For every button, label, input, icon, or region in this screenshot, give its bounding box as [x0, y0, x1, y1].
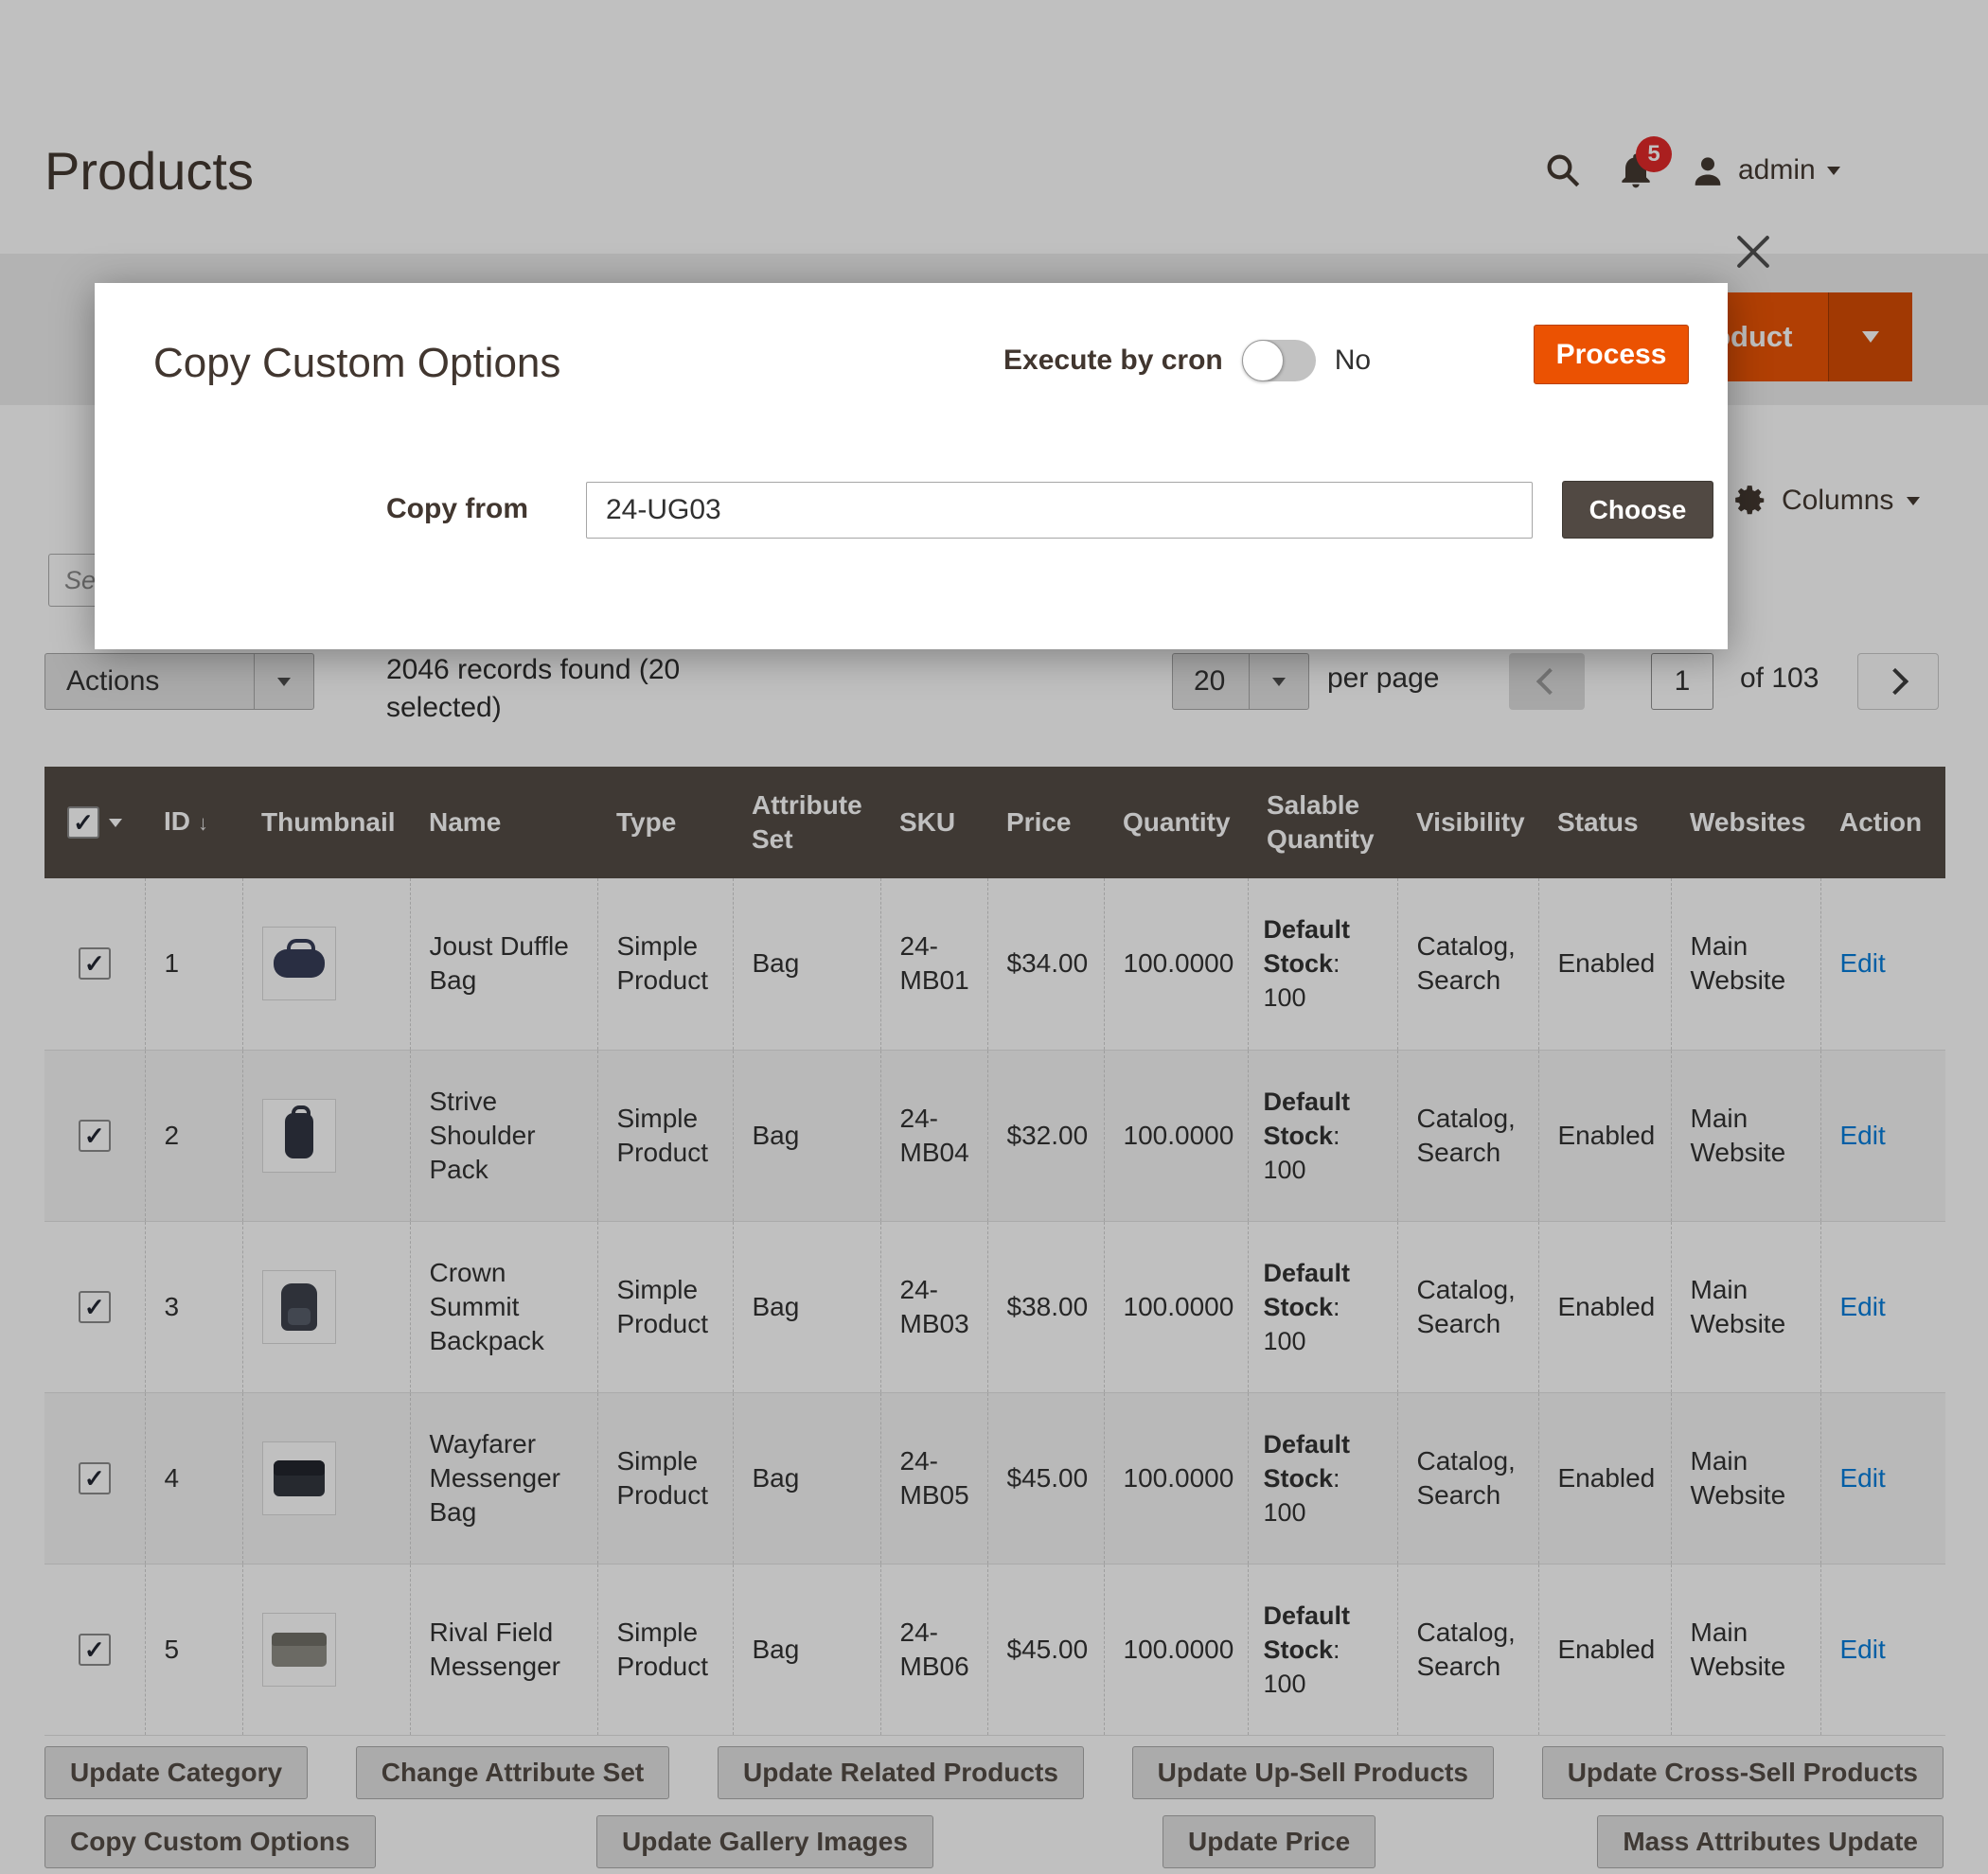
copy-from-input[interactable]	[586, 482, 1533, 539]
copy-from-label: Copy from	[371, 493, 528, 525]
modal-title: Copy Custom Options	[153, 340, 560, 387]
modal-close-button[interactable]	[1729, 227, 1778, 276]
choose-button[interactable]: Choose	[1562, 481, 1713, 539]
process-button[interactable]: Process	[1534, 325, 1689, 384]
modal-backdrop	[0, 0, 1988, 1874]
execute-by-cron-label: Execute by cron	[1003, 345, 1223, 377]
toggle-knob	[1242, 340, 1284, 381]
execute-by-cron-group: Execute by cron No	[1003, 330, 1371, 390]
execute-by-cron-state: No	[1335, 345, 1371, 377]
execute-by-cron-toggle[interactable]	[1242, 340, 1316, 381]
copy-custom-options-modal: Copy Custom Options Execute by cron No P…	[95, 283, 1728, 649]
